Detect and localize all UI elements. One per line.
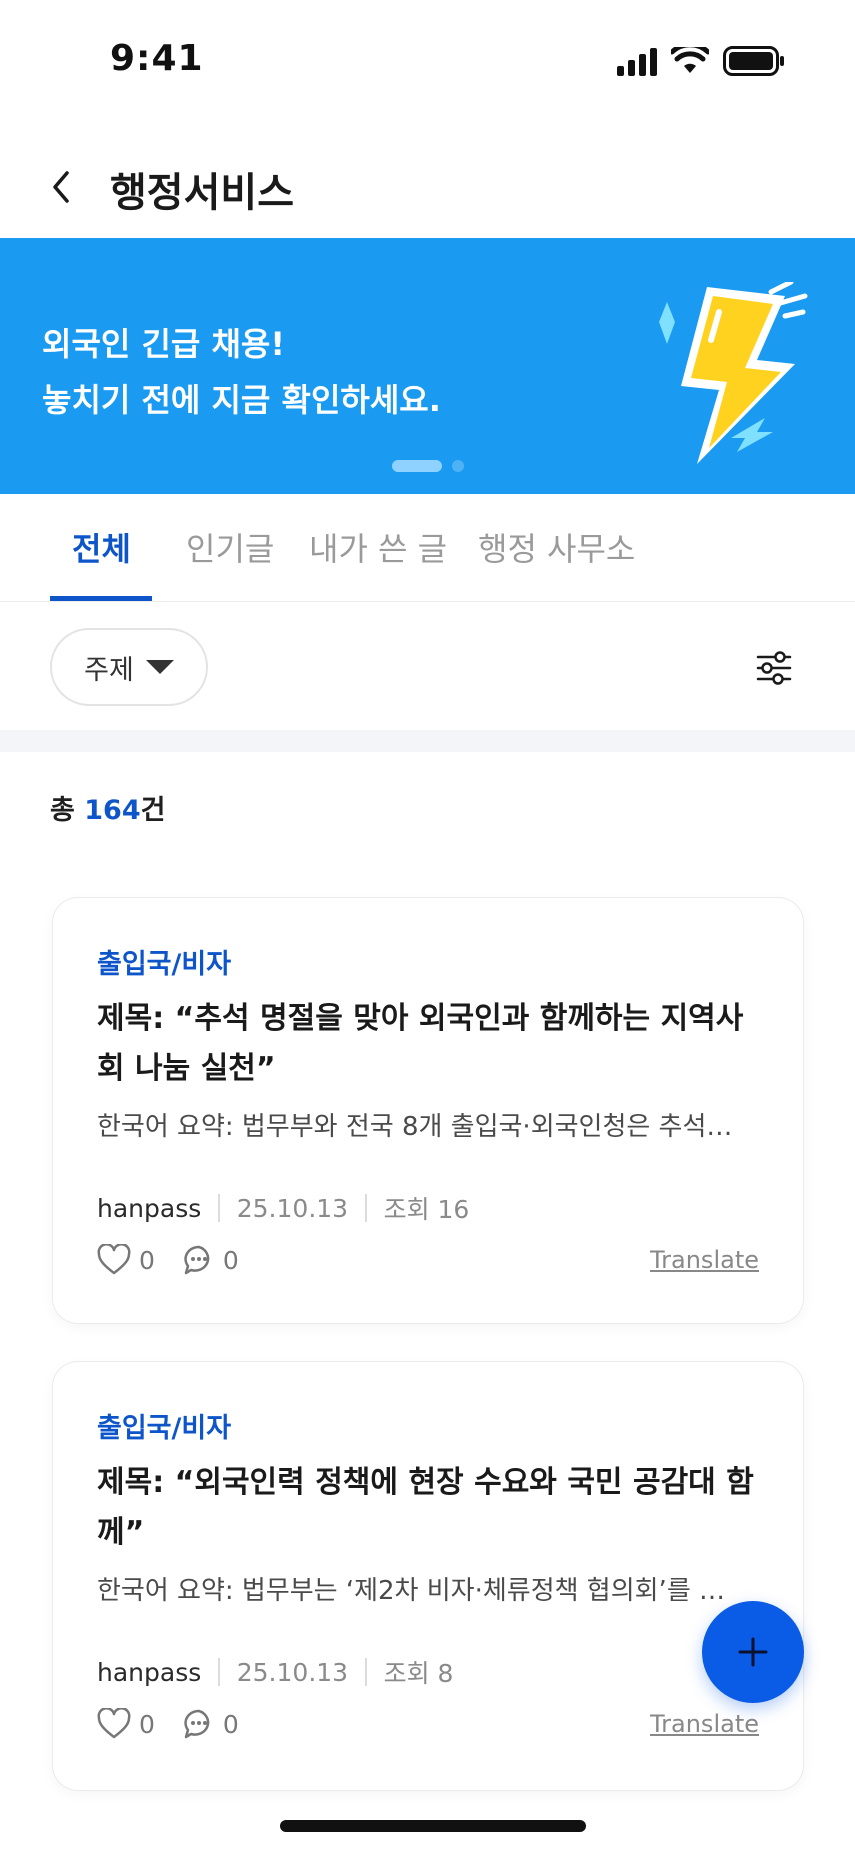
topic-dropdown[interactable]: 주제 xyxy=(50,628,208,706)
lightning-bolt-icon xyxy=(659,282,808,464)
post-actions: 0 0 xyxy=(97,1244,267,1276)
comment-count: 0 xyxy=(222,1709,239,1739)
comment-count: 0 xyxy=(222,1245,239,1275)
home-indicator[interactable] xyxy=(280,1820,586,1832)
chat-bubble-icon xyxy=(184,1709,210,1739)
post-date: 25.10.13 xyxy=(236,1657,349,1687)
post-summary: 한국어 요약: 법무부와 전국 8개 출입국·외국인청은 추석 명절을 맞아 외… xyxy=(97,1112,737,1142)
meta-divider xyxy=(365,1194,367,1222)
banner-text: 외국인 긴급 채용! 놓치기 전에 지금 확인하세요. xyxy=(42,316,441,428)
meta-divider xyxy=(218,1194,220,1222)
translate-link[interactable]: Translate xyxy=(650,1710,759,1738)
comment-button[interactable]: 0 xyxy=(183,1708,239,1740)
post-views: 조회 8 xyxy=(383,1659,454,1688)
plus-icon xyxy=(738,1637,768,1667)
section-divider xyxy=(0,730,855,752)
total-prefix: 총 xyxy=(50,795,85,826)
post-author: hanpass xyxy=(97,1193,202,1223)
like-button[interactable]: 0 xyxy=(97,1708,155,1740)
post-meta: hanpass 25.10.13 조회 8 xyxy=(97,1654,453,1690)
like-count: 0 xyxy=(139,1245,155,1275)
post-date: 25.10.13 xyxy=(236,1193,349,1223)
total-suffix: 건 xyxy=(140,795,166,826)
status-time: 9:41 xyxy=(110,38,204,79)
cellular-signal-icon xyxy=(617,46,657,76)
post-category: 출입국/비자 xyxy=(97,949,232,980)
post-summary: 한국어 요약: 법무부는 ‘제2차 비자·체류정책 협의회’를 개최하여 외국인… xyxy=(97,1576,737,1606)
comment-button[interactable]: 0 xyxy=(183,1244,239,1276)
post-title: 제목: “추석 명절을 맞아 외국인과 함께하는 지역사회 나눔 실천” xyxy=(97,1001,744,1086)
caret-down-icon xyxy=(145,660,174,674)
post-views: 조회 16 xyxy=(383,1195,470,1224)
chat-bubble-icon xyxy=(184,1245,210,1275)
pagination-dot-active xyxy=(392,460,442,472)
status-icons xyxy=(617,46,785,76)
like-button[interactable]: 0 xyxy=(97,1244,155,1276)
app-header: 행정서비스 xyxy=(0,140,855,230)
heart-icon xyxy=(97,1244,131,1275)
post-actions: 0 0 xyxy=(97,1708,267,1740)
chevron-left-icon xyxy=(53,171,69,203)
banner-line-1: 외국인 긴급 채용! xyxy=(42,325,285,363)
tab-admin-office[interactable]: 행정 사무소 xyxy=(478,524,635,570)
tab-bar: 전체 인기글 내가 쓴 글 행정 사무소 xyxy=(0,494,855,602)
topic-dropdown-label: 주제 xyxy=(84,654,134,686)
translate-link[interactable]: Translate xyxy=(650,1246,759,1274)
banner-pagination xyxy=(392,460,464,472)
total-number: 164 xyxy=(84,795,141,826)
filter-row: 주제 xyxy=(0,602,855,730)
heart-icon xyxy=(97,1708,131,1739)
tab-popular[interactable]: 인기글 xyxy=(186,524,274,570)
active-tab-indicator xyxy=(50,596,152,601)
sliders-icon[interactable] xyxy=(752,646,796,690)
wifi-icon xyxy=(671,47,709,73)
page-title: 행정서비스 xyxy=(110,170,294,216)
post-author: hanpass xyxy=(97,1657,202,1687)
post-title: 제목: “외국인력 정책에 현장 수요와 국민 공감대 함께” xyxy=(97,1465,754,1550)
status-bar: 9:41 xyxy=(0,0,855,110)
total-count: 총 164건 xyxy=(50,788,165,827)
banner-line-2: 놓치기 전에 지금 확인하세요. xyxy=(42,381,441,419)
tab-my-posts[interactable]: 내가 쓴 글 xyxy=(309,524,447,570)
meta-divider xyxy=(218,1658,220,1686)
meta-divider xyxy=(365,1658,367,1686)
tab-all[interactable]: 전체 xyxy=(72,524,131,570)
post-category: 출입국/비자 xyxy=(97,1413,232,1444)
promo-banner[interactable]: 외국인 긴급 채용! 놓치기 전에 지금 확인하세요. xyxy=(0,238,855,494)
like-count: 0 xyxy=(139,1709,155,1739)
back-button[interactable] xyxy=(36,162,86,212)
post-card[interactable]: 출입국/비자 제목: “추석 명절을 맞아 외국인과 함께하는 지역사회 나눔 … xyxy=(52,897,804,1324)
create-post-button[interactable] xyxy=(702,1601,804,1703)
post-card[interactable]: 출입국/비자 제목: “외국인력 정책에 현장 수요와 국민 공감대 함께” 한… xyxy=(52,1361,804,1791)
battery-icon xyxy=(723,46,784,76)
pagination-dot[interactable] xyxy=(452,460,464,472)
post-meta: hanpass 25.10.13 조회 16 xyxy=(97,1190,469,1226)
